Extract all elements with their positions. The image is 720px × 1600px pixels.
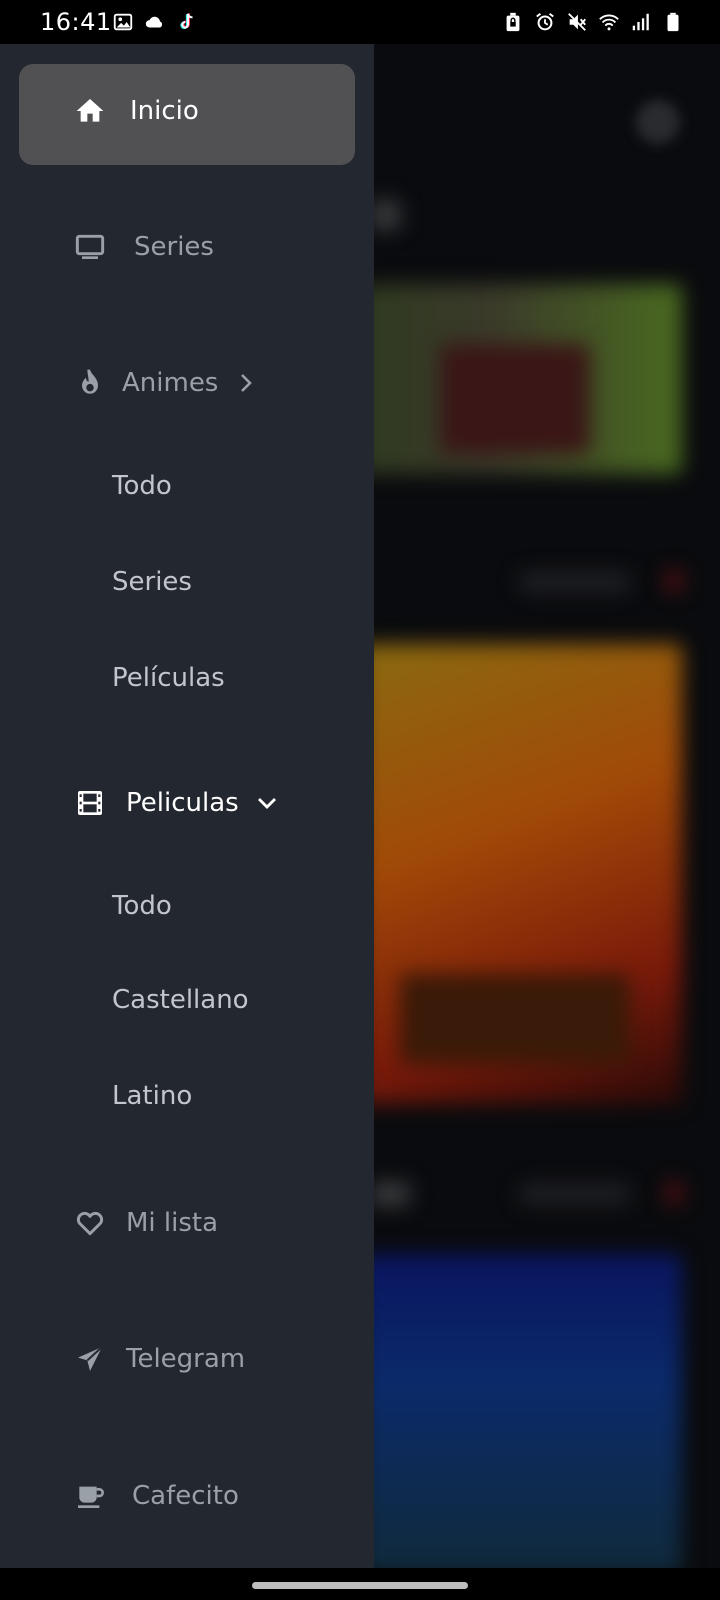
- cloud-icon: [145, 16, 163, 28]
- tv-icon: [72, 229, 108, 265]
- chevron-right-icon: [241, 374, 253, 392]
- blurred-title: [370, 200, 400, 230]
- drawer-item-animes[interactable]: Animes: [72, 365, 258, 401]
- blurred-see-more: [520, 572, 630, 592]
- drawer-item-label: Animes: [122, 368, 219, 398]
- tiktok-icon: [180, 13, 193, 30]
- drawer-item-series[interactable]: Series: [72, 229, 214, 265]
- chevron-down-icon: [257, 798, 276, 809]
- status-right-icons: [502, 10, 684, 34]
- drawer-item-peliculas[interactable]: Peliculas: [72, 785, 279, 821]
- peliculas-sub-todo[interactable]: Todo: [112, 890, 172, 922]
- blurred-section-title: [370, 1182, 410, 1206]
- drawer-item-cafecito[interactable]: Cafecito: [72, 1478, 239, 1514]
- film-icon: [72, 785, 108, 821]
- battery-icon: [667, 12, 679, 32]
- system-nav-bar: [0, 1568, 720, 1600]
- drawer-item-inicio[interactable]: Inicio: [72, 93, 199, 129]
- navigation-drawer: Inicio Series Animes Todo Series Películ…: [0, 44, 374, 1568]
- drawer-item-label: Peliculas: [126, 788, 239, 818]
- peliculas-sub-latino[interactable]: Latino: [112, 1080, 192, 1112]
- screen: 16:41 Inicio Series Animes Todo Series P…: [0, 0, 720, 1600]
- blurred-poster-2: [360, 1254, 682, 1574]
- animes-sub-series[interactable]: Series: [112, 566, 192, 598]
- status-time: 16:41: [40, 8, 112, 36]
- signal-icon: [632, 13, 649, 31]
- drawer-item-label: Series: [134, 232, 214, 262]
- wifi-icon: [599, 14, 619, 31]
- coffee-icon: [72, 1478, 108, 1514]
- lock-battery-icon: [506, 12, 520, 32]
- blurred-poster-text: [400, 974, 630, 1064]
- status-left-icons: [112, 10, 198, 34]
- blurred-banner-inner: [440, 344, 590, 454]
- search-icon: [636, 100, 680, 144]
- peliculas-sub-castellano[interactable]: Castellano: [112, 984, 249, 1016]
- send-icon: [72, 1341, 108, 1377]
- home-indicator[interactable]: [252, 1582, 468, 1589]
- drawer-item-mi-lista[interactable]: Mi lista: [72, 1205, 218, 1241]
- blurred-dot-2: [666, 1182, 682, 1204]
- blurred-dot: [666, 570, 682, 592]
- animes-sub-peliculas[interactable]: Películas: [112, 662, 225, 694]
- status-bar: 16:41: [0, 0, 720, 44]
- fire-icon: [72, 365, 108, 401]
- home-icon: [72, 93, 108, 129]
- heart-icon: [72, 1205, 108, 1241]
- drawer-item-telegram[interactable]: Telegram: [72, 1341, 245, 1377]
- mute-icon: [568, 13, 586, 31]
- drawer-item-label: Mi lista: [126, 1208, 219, 1238]
- animes-sub-todo[interactable]: Todo: [112, 470, 172, 502]
- drawer-item-label: Inicio: [130, 96, 199, 126]
- drawer-item-label: Telegram: [126, 1344, 246, 1374]
- blurred-see-more-2: [520, 1184, 630, 1204]
- alarm-icon: [536, 12, 554, 31]
- gallery-icon: [113, 13, 133, 31]
- drawer-item-label: Cafecito: [132, 1481, 239, 1511]
